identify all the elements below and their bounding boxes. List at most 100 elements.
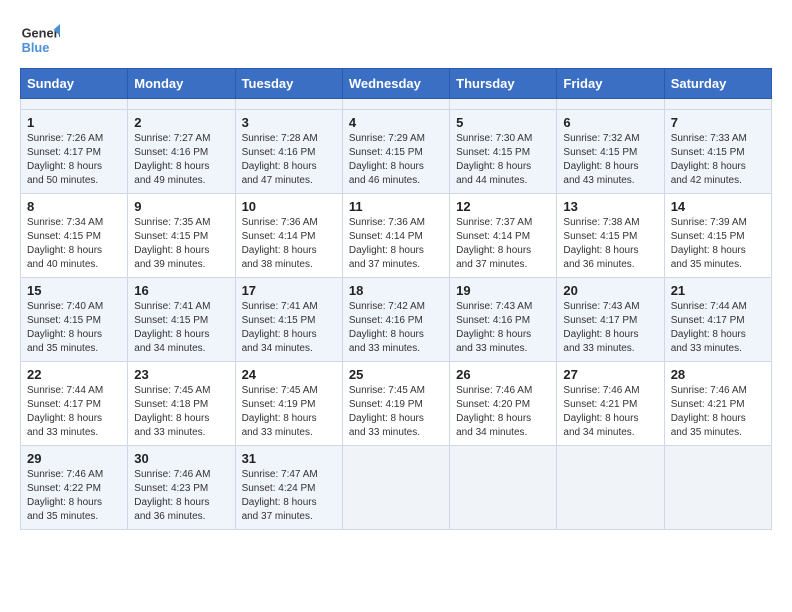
day-number: 13 <box>563 199 657 214</box>
day-info: Sunrise: 7:39 AM Sunset: 4:15 PM Dayligh… <box>671 216 765 272</box>
day-number: 3 <box>242 115 336 130</box>
day-info: Sunrise: 7:35 AM Sunset: 4:15 PM Dayligh… <box>134 216 228 272</box>
logo: General Blue <box>20 20 60 60</box>
day-number: 23 <box>134 367 228 382</box>
day-header-tuesday: Tuesday <box>235 69 342 99</box>
day-cell: 19 Sunrise: 7:43 AM Sunset: 4:16 PM Dayli… <box>450 278 557 362</box>
day-info: Sunrise: 7:44 AM Sunset: 4:17 PM Dayligh… <box>27 384 121 440</box>
day-header-sunday: Sunday <box>21 69 128 99</box>
day-info: Sunrise: 7:46 AM Sunset: 4:21 PM Dayligh… <box>563 384 657 440</box>
day-number: 20 <box>563 283 657 298</box>
day-info: Sunrise: 7:27 AM Sunset: 4:16 PM Dayligh… <box>134 132 228 188</box>
day-number: 12 <box>456 199 550 214</box>
day-info: Sunrise: 7:45 AM Sunset: 4:19 PM Dayligh… <box>349 384 443 440</box>
day-info: Sunrise: 7:46 AM Sunset: 4:22 PM Dayligh… <box>27 468 121 524</box>
day-cell: 31Sunrise: 7:47 AM Sunset: 4:24 PM Dayli… <box>235 446 342 530</box>
day-number: 30 <box>134 451 228 466</box>
day-cell: 22 Sunrise: 7:44 AM Sunset: 4:17 PM Dayli… <box>21 362 128 446</box>
day-cell: 23 Sunrise: 7:45 AM Sunset: 4:18 PM Dayli… <box>128 362 235 446</box>
day-cell: 2 Sunrise: 7:27 AM Sunset: 4:16 PM Daylig… <box>128 110 235 194</box>
day-cell: 24 Sunrise: 7:45 AM Sunset: 4:19 PM Dayli… <box>235 362 342 446</box>
day-number: 1 <box>27 115 121 130</box>
day-header-monday: Monday <box>128 69 235 99</box>
day-info: Sunrise: 7:28 AM Sunset: 4:16 PM Dayligh… <box>242 132 336 188</box>
day-info: Sunrise: 7:37 AM Sunset: 4:14 PM Dayligh… <box>456 216 550 272</box>
day-number: 19 <box>456 283 550 298</box>
week-row-3: 8 Sunrise: 7:34 AM Sunset: 4:15 PM Daylig… <box>21 194 772 278</box>
day-info: Sunrise: 7:45 AM Sunset: 4:18 PM Dayligh… <box>134 384 228 440</box>
day-cell: 15 Sunrise: 7:40 AM Sunset: 4:15 PM Dayli… <box>21 278 128 362</box>
day-cell: 17Sunrise: 7:41 AM Sunset: 4:15 PM Dayli… <box>235 278 342 362</box>
calendar: SundayMondayTuesdayWednesdayThursdayFrid… <box>20 68 772 530</box>
day-cell <box>342 446 449 530</box>
day-info: Sunrise: 7:38 AM Sunset: 4:15 PM Dayligh… <box>563 216 657 272</box>
day-info: Sunrise: 7:42 AM Sunset: 4:16 PM Dayligh… <box>349 300 443 356</box>
day-number: 4 <box>349 115 443 130</box>
day-number: 26 <box>456 367 550 382</box>
day-number: 22 <box>27 367 121 382</box>
day-info: Sunrise: 7:43 AM Sunset: 4:16 PM Dayligh… <box>456 300 550 356</box>
day-header-thursday: Thursday <box>450 69 557 99</box>
day-cell: 7 Sunrise: 7:33 AM Sunset: 4:15 PM Daylig… <box>664 110 771 194</box>
day-cell <box>557 446 664 530</box>
day-cell: 14Sunrise: 7:39 AM Sunset: 4:15 PM Dayli… <box>664 194 771 278</box>
day-info: Sunrise: 7:29 AM Sunset: 4:15 PM Dayligh… <box>349 132 443 188</box>
day-number: 10 <box>242 199 336 214</box>
day-number: 5 <box>456 115 550 130</box>
header-row: SundayMondayTuesdayWednesdayThursdayFrid… <box>21 69 772 99</box>
day-cell <box>450 99 557 110</box>
day-cell <box>557 99 664 110</box>
day-number: 16 <box>134 283 228 298</box>
day-number: 25 <box>349 367 443 382</box>
day-cell: 27 Sunrise: 7:46 AM Sunset: 4:21 PM Dayli… <box>557 362 664 446</box>
svg-text:Blue: Blue <box>22 40 50 55</box>
day-number: 21 <box>671 283 765 298</box>
week-row-1 <box>21 99 772 110</box>
day-number: 15 <box>27 283 121 298</box>
day-number: 29 <box>27 451 121 466</box>
week-row-5: 22 Sunrise: 7:44 AM Sunset: 4:17 PM Dayli… <box>21 362 772 446</box>
day-number: 27 <box>563 367 657 382</box>
day-number: 2 <box>134 115 228 130</box>
day-cell: 18 Sunrise: 7:42 AM Sunset: 4:16 PM Dayli… <box>342 278 449 362</box>
svg-text:General: General <box>22 26 60 41</box>
day-info: Sunrise: 7:40 AM Sunset: 4:15 PM Dayligh… <box>27 300 121 356</box>
logo-icon: General Blue <box>20 20 60 60</box>
day-cell: 11 Sunrise: 7:36 AM Sunset: 4:14 PM Dayli… <box>342 194 449 278</box>
day-info: Sunrise: 7:46 AM Sunset: 4:21 PM Dayligh… <box>671 384 765 440</box>
day-number: 18 <box>349 283 443 298</box>
week-row-2: 1Sunrise: 7:26 AM Sunset: 4:17 PM Daylig… <box>21 110 772 194</box>
day-info: Sunrise: 7:36 AM Sunset: 4:14 PM Dayligh… <box>349 216 443 272</box>
day-number: 8 <box>27 199 121 214</box>
day-number: 9 <box>134 199 228 214</box>
day-cell <box>235 99 342 110</box>
day-cell: 12 Sunrise: 7:37 AM Sunset: 4:14 PM Dayli… <box>450 194 557 278</box>
day-info: Sunrise: 7:43 AM Sunset: 4:17 PM Dayligh… <box>563 300 657 356</box>
header: General Blue <box>20 20 772 60</box>
day-number: 11 <box>349 199 443 214</box>
week-row-4: 15 Sunrise: 7:40 AM Sunset: 4:15 PM Dayli… <box>21 278 772 362</box>
day-info: Sunrise: 7:46 AM Sunset: 4:23 PM Dayligh… <box>134 468 228 524</box>
day-number: 17 <box>242 283 336 298</box>
day-info: Sunrise: 7:33 AM Sunset: 4:15 PM Dayligh… <box>671 132 765 188</box>
day-cell: 5 Sunrise: 7:30 AM Sunset: 4:15 PM Daylig… <box>450 110 557 194</box>
day-cell: 9 Sunrise: 7:35 AM Sunset: 4:15 PM Daylig… <box>128 194 235 278</box>
day-info: Sunrise: 7:34 AM Sunset: 4:15 PM Dayligh… <box>27 216 121 272</box>
day-cell <box>342 99 449 110</box>
day-number: 6 <box>563 115 657 130</box>
day-cell: 1Sunrise: 7:26 AM Sunset: 4:17 PM Daylig… <box>21 110 128 194</box>
day-cell: 30 Sunrise: 7:46 AM Sunset: 4:23 PM Dayli… <box>128 446 235 530</box>
day-header-friday: Friday <box>557 69 664 99</box>
day-number: 7 <box>671 115 765 130</box>
day-info: Sunrise: 7:36 AM Sunset: 4:14 PM Dayligh… <box>242 216 336 272</box>
day-info: Sunrise: 7:30 AM Sunset: 4:15 PM Dayligh… <box>456 132 550 188</box>
day-header-wednesday: Wednesday <box>342 69 449 99</box>
day-cell: 25 Sunrise: 7:45 AM Sunset: 4:19 PM Dayli… <box>342 362 449 446</box>
day-info: Sunrise: 7:41 AM Sunset: 4:15 PM Dayligh… <box>134 300 228 356</box>
day-number: 24 <box>242 367 336 382</box>
day-info: Sunrise: 7:32 AM Sunset: 4:15 PM Dayligh… <box>563 132 657 188</box>
day-cell: 6 Sunrise: 7:32 AM Sunset: 4:15 PM Daylig… <box>557 110 664 194</box>
day-info: Sunrise: 7:45 AM Sunset: 4:19 PM Dayligh… <box>242 384 336 440</box>
day-cell: 16 Sunrise: 7:41 AM Sunset: 4:15 PM Dayli… <box>128 278 235 362</box>
day-cell: 26Sunrise: 7:46 AM Sunset: 4:20 PM Dayli… <box>450 362 557 446</box>
